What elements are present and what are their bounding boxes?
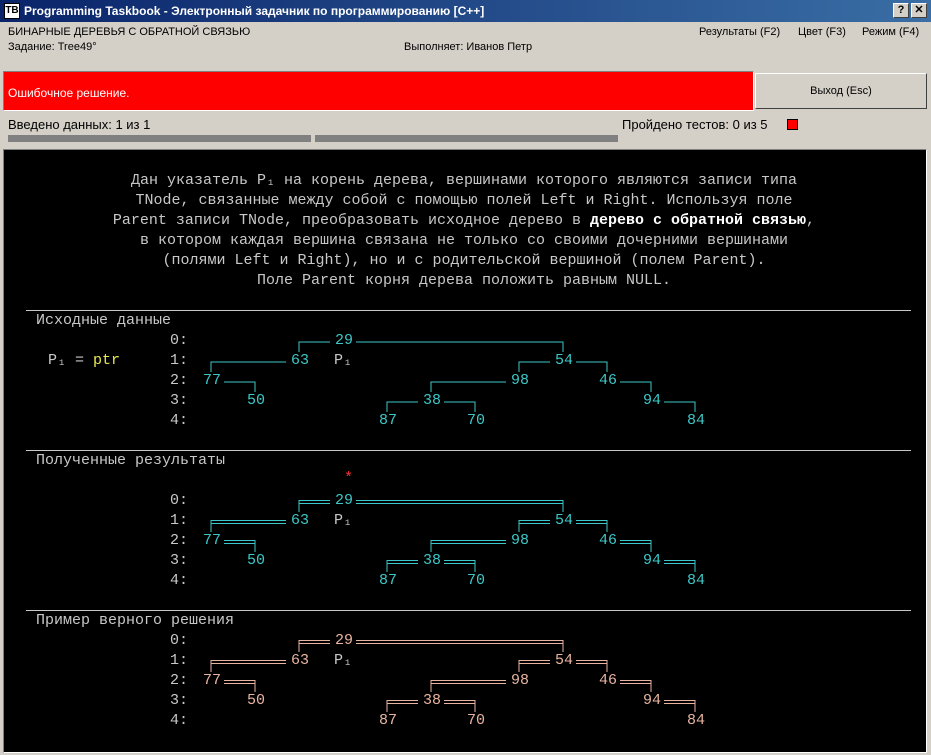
tree-node: 98 (510, 672, 531, 689)
tree-edge (356, 643, 564, 655)
app-icon: TB (4, 3, 20, 19)
tests-status-indicator (787, 119, 798, 130)
menu-mode[interactable]: Режим (F4) (862, 26, 919, 38)
error-status-bar: Ошибочное решение. (3, 71, 754, 111)
tree-edge (430, 683, 506, 695)
tree-node: 84 (686, 712, 707, 729)
task-group: БИНАРНЫЕ ДЕРЕВЬЯ С ОБРАТНОЙ СВЯЗЬЮ (8, 26, 251, 38)
close-button[interactable]: ✕ (911, 3, 927, 18)
menu-results[interactable]: Результаты (F2) (699, 26, 780, 38)
tree-node: 46 (598, 672, 619, 689)
tree-node: 70 (466, 712, 487, 729)
performer: Выполняет: Иванов Петр (404, 41, 533, 53)
tree-edge (210, 660, 286, 675)
tree-node: 63 (290, 652, 311, 669)
console-area: Дан указатель P₁ на корень дерева, верши… (3, 149, 927, 753)
tests-progress-track (315, 135, 618, 142)
error-message: Ошибочное решение. (8, 86, 130, 100)
menu-color[interactable]: Цвет (F3) (798, 26, 846, 38)
task-id: Задание: Tree49° (8, 41, 97, 53)
tree-node: 50 (246, 692, 267, 709)
tree-node: 38 (422, 692, 443, 709)
progress-row: Введено данных: 1 из 1 Пройдено тестов: … (3, 115, 926, 145)
tree-edges (210, 640, 696, 715)
tree-node: 77 (202, 672, 223, 689)
window-title: Programming Taskbook - Электронный задач… (24, 4, 485, 18)
tree-edge (210, 663, 286, 675)
tree-edge (356, 640, 564, 655)
tree-node: 94 (642, 692, 663, 709)
title-bar: TB Programming Taskbook - Электронный за… (0, 0, 931, 22)
tree-node: 87 (378, 712, 399, 729)
tree-node: 54 (554, 652, 575, 669)
tree-node: 29 (334, 632, 355, 649)
entered-data-label: Введено данных: 1 из 1 (8, 117, 151, 132)
tree-edge (430, 680, 506, 695)
exit-button[interactable]: Выход (Esc) (755, 73, 927, 109)
tests-passed-label: Пройдено тестов: 0 из 5 (622, 117, 768, 132)
entered-progress-bar (8, 135, 311, 142)
root-pointer-label: P₁ (334, 652, 353, 669)
help-button[interactable]: ? (893, 3, 909, 18)
